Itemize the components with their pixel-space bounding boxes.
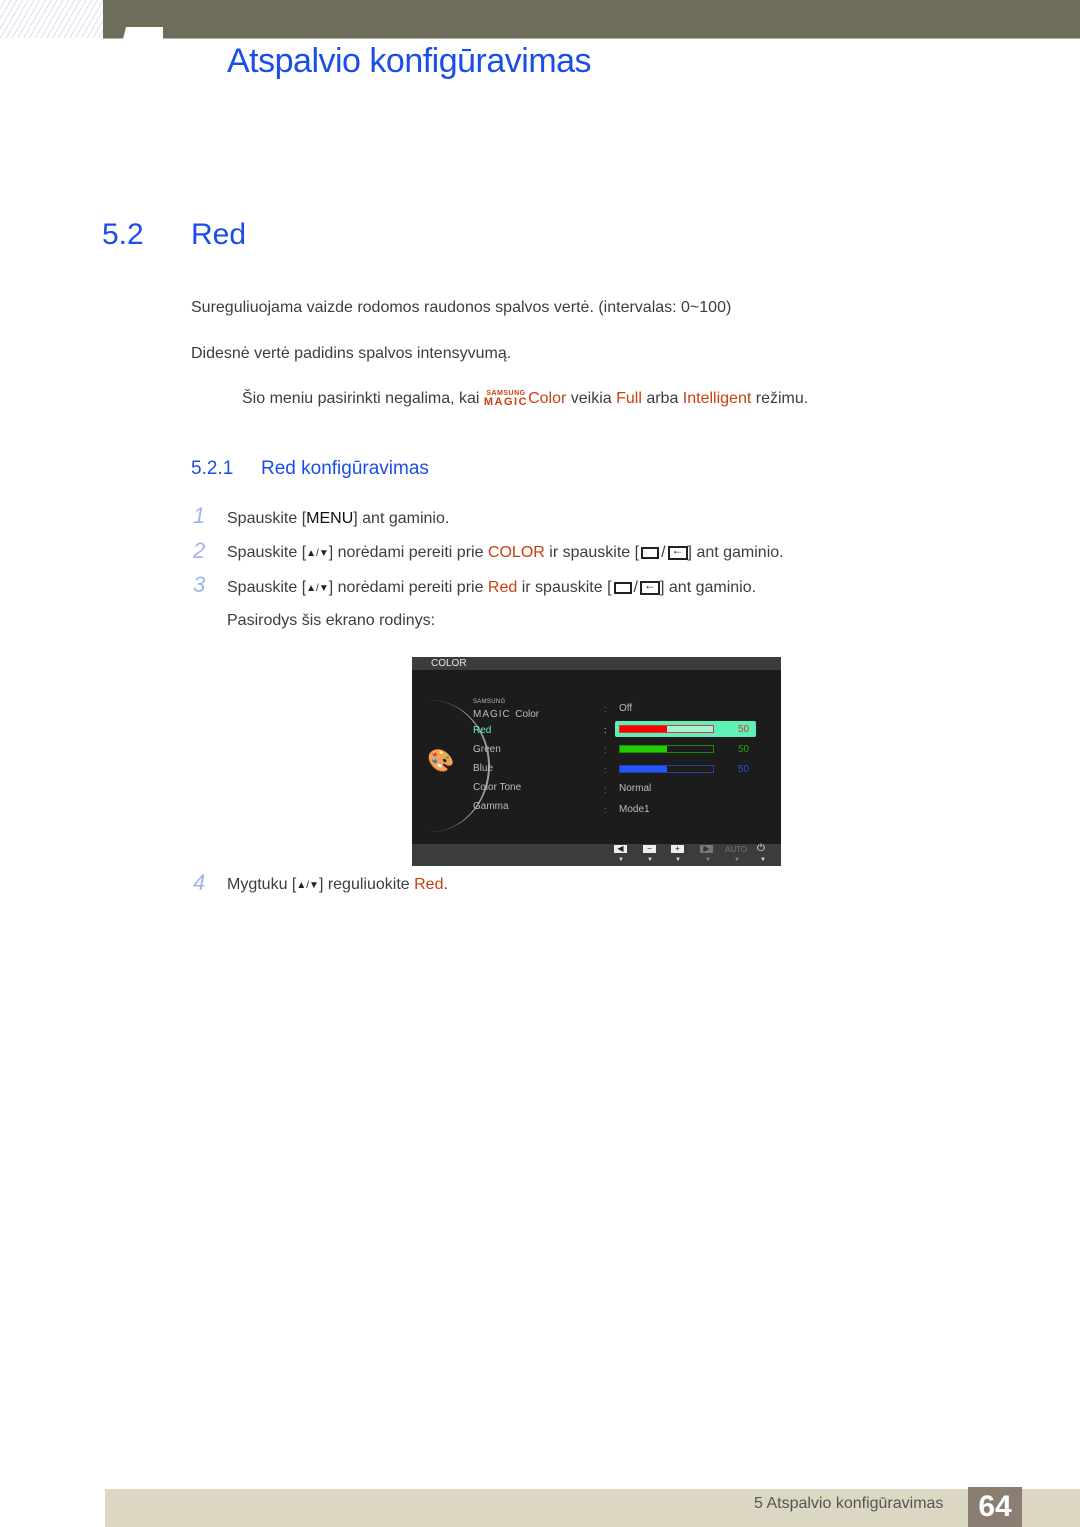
osd-item-color-tone: Color Tone xyxy=(473,782,522,793)
osd-magic-top: SAMSUNG xyxy=(473,699,506,705)
osd-item-green: Green xyxy=(473,744,501,755)
osd-indicator-icon: ▼ xyxy=(647,857,653,863)
header-bar xyxy=(103,0,1080,39)
osd-item-gamma: Gamma xyxy=(473,801,509,812)
step-number-4: 4 xyxy=(193,870,206,895)
palette-icon: 🎨 xyxy=(427,748,455,773)
osd-gamma-value: Mode1 xyxy=(619,804,650,815)
step-2-mid2: ir spauskite [ xyxy=(544,544,640,561)
osd-magic-word: Color xyxy=(515,709,540,720)
osd-item-blue: Blue xyxy=(473,763,494,774)
step-2-post: ] ant gaminio. xyxy=(687,544,784,561)
footer-chapter: 5 Atspalvio konfigūravimas xyxy=(754,1495,944,1512)
step-number-1: 1 xyxy=(193,503,206,528)
green-slider-fill xyxy=(620,746,667,752)
step-2-mid: ] norėdami pereiti prie xyxy=(328,544,488,561)
note-middle2: arba xyxy=(641,390,683,407)
osd-colon: : xyxy=(604,704,607,714)
osd-colon: : xyxy=(604,745,607,755)
step-screen-appears: Pasirodys šis ekrano rodinys: xyxy=(227,612,436,629)
osd-color-tone-value: Normal xyxy=(619,783,652,794)
step-4-mid: ] reguliuokite xyxy=(318,876,415,893)
subsection-title: Red konfigūravimas xyxy=(261,458,429,479)
step-1-pre: Spauskite [ xyxy=(227,510,307,527)
blue-slider[interactable] xyxy=(619,765,714,773)
green-slider[interactable] xyxy=(619,745,714,753)
page-number: 64 xyxy=(968,1487,1022,1527)
note-prefix: Šio meniu pasirinkti negalima, kai xyxy=(242,390,484,407)
osd-header: COLOR xyxy=(412,657,781,670)
step-3-post: ] ant gaminio. xyxy=(660,579,757,596)
step-number-3: 3 xyxy=(193,572,206,597)
osd-magic-value: Off xyxy=(619,703,633,714)
osd-colon: : xyxy=(604,765,607,775)
osd-auto-button[interactable]: AUTO xyxy=(725,845,747,854)
step-4-pre: Mygtuku [ xyxy=(227,876,297,893)
note-suffix: režimu. xyxy=(751,390,809,407)
osd-title: COLOR xyxy=(431,658,467,669)
red-slider-fill xyxy=(620,726,667,732)
step-2-target: COLOR xyxy=(487,544,545,561)
step-4: Mygtuku [▲/▼] reguliuokite Red. xyxy=(227,876,448,894)
osd-magic-bottom: MAGIC xyxy=(473,709,511,720)
enter-button-icon xyxy=(640,578,660,595)
green-value: 50 xyxy=(738,744,750,755)
red-slider[interactable] xyxy=(619,725,714,733)
note-middle1: veikia xyxy=(566,390,617,407)
step-3-mid2: ir spauskite [ xyxy=(517,579,612,596)
step-2-pre: Spauskite [ xyxy=(227,544,307,561)
up-down-arrows-icon: ▲/▼ xyxy=(306,548,329,559)
section-title: Red xyxy=(191,218,247,251)
blue-slider-fill xyxy=(620,766,667,772)
step-2: Spauskite [▲/▼] norėdami pereiti prie CO… xyxy=(227,543,784,562)
step-1-post: ] ant gaminio. xyxy=(353,510,450,527)
step-3-slash: / xyxy=(633,579,638,596)
step-3-target: Red xyxy=(487,579,518,596)
osd-colon: : xyxy=(604,785,607,795)
osd-play-button[interactable]: ▶ xyxy=(700,845,713,853)
step-number-2: 2 xyxy=(193,538,206,563)
red-value: 50 xyxy=(738,724,750,735)
step-4-post: . xyxy=(443,876,448,893)
section-number: 5.2 xyxy=(102,218,144,251)
menu-key: MENU xyxy=(306,510,354,527)
source-button-icon xyxy=(641,547,660,559)
osd-minus-button[interactable]: − xyxy=(643,845,656,853)
paragraph-intensity: Didesnė vertė padidins spalvos intensyvu… xyxy=(191,345,512,362)
step-2-slash: / xyxy=(661,544,666,561)
header-notch xyxy=(123,27,163,39)
osd-indicator-icon: ▼ xyxy=(705,857,711,863)
note-text: Šio meniu pasirinkti negalima, kai SAMSU… xyxy=(242,390,808,408)
step-1: Spauskite [MENU] ant gaminio. xyxy=(227,510,449,528)
header-hatch-decoration xyxy=(0,0,103,38)
osd-indicator-icon: ▼ xyxy=(675,857,681,863)
subsection-number: 5.2.1 xyxy=(191,458,234,479)
chapter-title: Atspalvio konfigūravimas xyxy=(227,42,592,80)
osd-left-button[interactable]: ◀ xyxy=(614,845,627,853)
osd-indicator-icon: ▼ xyxy=(618,857,624,863)
magic-logo-bottom: MAGIC xyxy=(483,396,529,408)
step-4-target: Red xyxy=(414,876,444,893)
osd-colon: : xyxy=(604,725,607,735)
osd-indicator-icon: ▼ xyxy=(734,857,740,863)
paragraph-range: Sureguliuojama vaizde rodomos raudonos s… xyxy=(191,299,732,316)
osd-power-icon[interactable]: ⏻ xyxy=(757,843,765,854)
enter-button-icon xyxy=(667,543,688,560)
osd-colon: : xyxy=(604,805,607,815)
osd-item-magic-color: SAMSUNG MAGIC Color xyxy=(473,699,539,721)
up-down-arrows-icon: ▲/▼ xyxy=(296,880,319,891)
note-magic-color: Color xyxy=(528,390,567,407)
osd-item-red: Red xyxy=(473,725,492,736)
source-button-icon xyxy=(613,582,632,594)
step-3-pre: Spauskite [ xyxy=(227,579,307,596)
up-down-arrows-icon: ▲/▼ xyxy=(306,583,329,594)
samsung-magic-logo: SAMSUNG MAGIC xyxy=(484,390,528,408)
note-mode-intelligent: Intelligent xyxy=(682,390,752,407)
osd-plus-button[interactable]: + xyxy=(671,845,684,853)
step-3: Spauskite [▲/▼] norėdami pereiti prie Re… xyxy=(227,578,757,597)
step-3-mid: ] norėdami pereiti prie xyxy=(328,579,488,596)
blue-value: 50 xyxy=(738,764,750,775)
note-mode-full: Full xyxy=(616,390,642,407)
osd-indicator-icon: ▼ xyxy=(760,857,766,863)
